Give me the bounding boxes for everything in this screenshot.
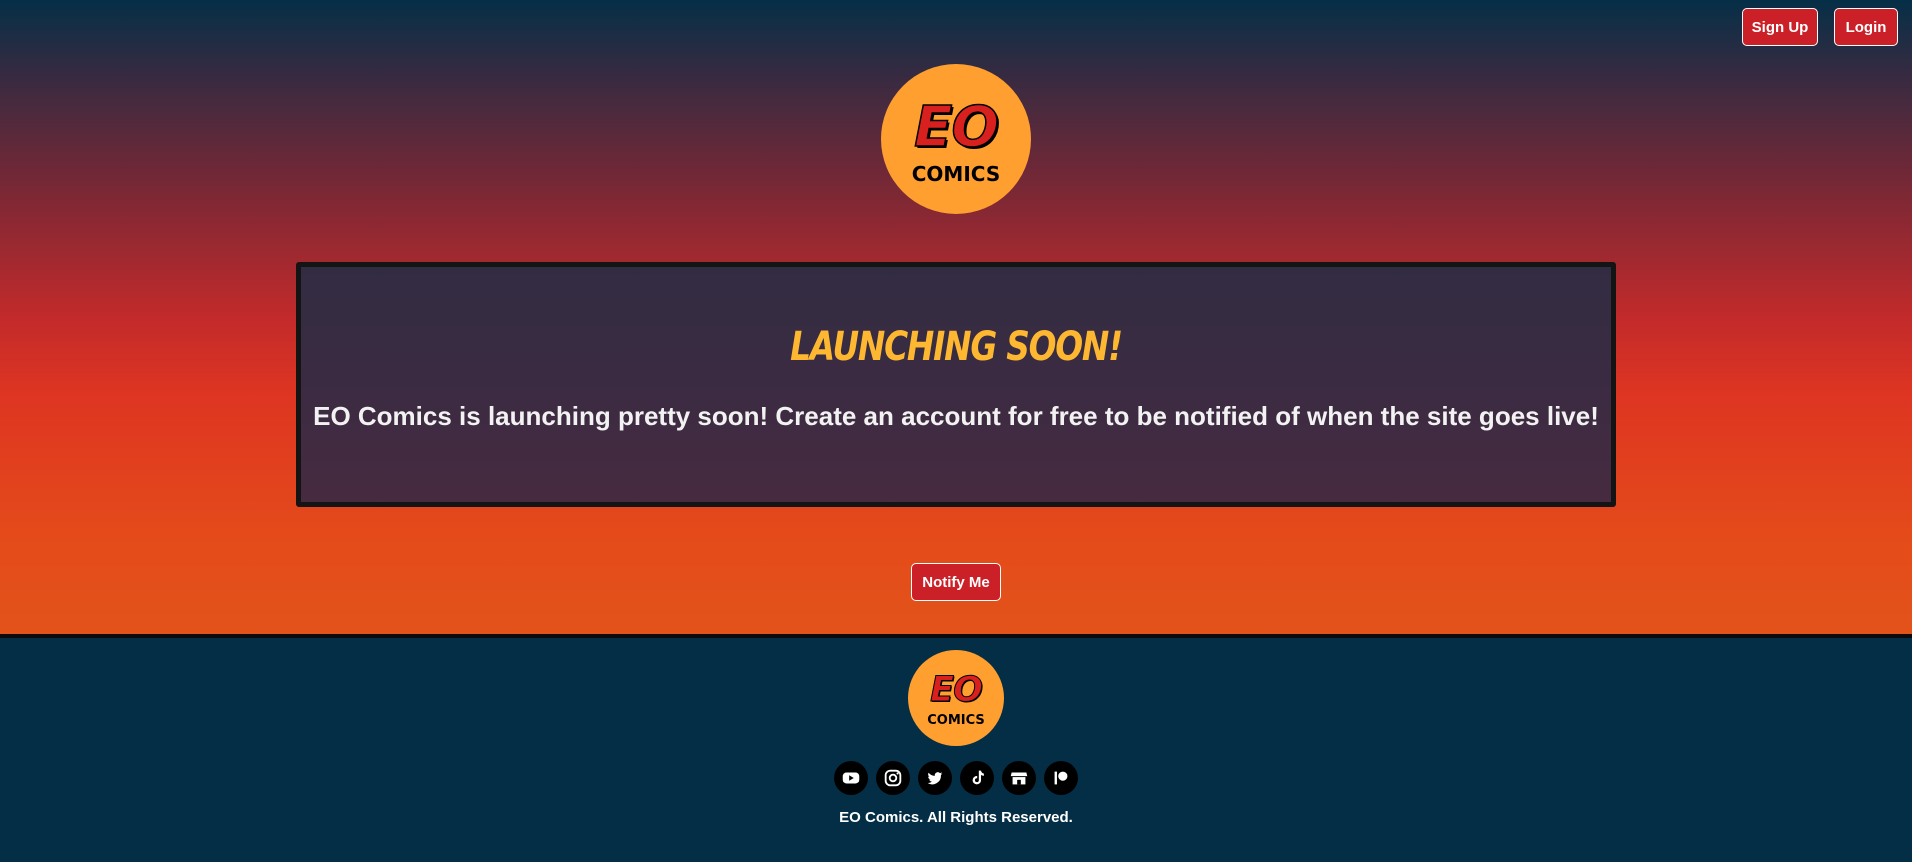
twitter-icon[interactable]	[918, 761, 952, 795]
card-title: LAUNCHING SOON!	[790, 324, 1123, 370]
social-links	[834, 761, 1078, 797]
notify-me-button[interactable]: Notify Me	[911, 563, 1001, 601]
logo-comics-text: COMICS	[911, 162, 1001, 186]
patreon-icon[interactable]	[1044, 761, 1078, 795]
logo-eo-text: EO	[913, 95, 999, 160]
login-button[interactable]: Login	[1834, 8, 1898, 46]
store-icon[interactable]	[1002, 761, 1036, 795]
copyright-text: EO Comics. All Rights Reserved.	[839, 809, 1073, 826]
footer-logo[interactable]: EO COMICS	[908, 650, 1004, 746]
footer-logo-eo-text: EO	[930, 670, 984, 710]
card-description: EO Comics is launching pretty soon! Crea…	[313, 401, 1599, 431]
sign-up-button[interactable]: Sign Up	[1742, 8, 1818, 46]
footer-logo-comics-text: COMICS	[927, 713, 985, 728]
tiktok-icon[interactable]	[960, 761, 994, 795]
instagram-icon[interactable]	[876, 761, 910, 795]
eo-comics-logo[interactable]: EO COMICS	[881, 64, 1031, 214]
youtube-icon[interactable]	[834, 761, 868, 795]
launch-card: LAUNCHING SOON! EO Comics is launching p…	[296, 262, 1616, 507]
